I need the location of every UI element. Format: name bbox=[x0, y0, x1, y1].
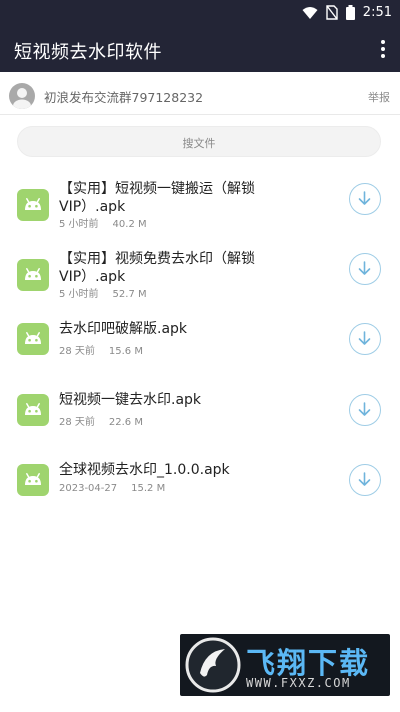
download-button[interactable] bbox=[349, 464, 381, 496]
search-input[interactable]: 搜文件 bbox=[17, 126, 381, 157]
android-icon bbox=[17, 464, 49, 496]
wifi-icon bbox=[302, 6, 318, 19]
file-name: 全球视频去水印_1.0.0.apk bbox=[59, 462, 230, 478]
avatar[interactable] bbox=[9, 83, 35, 109]
user-avatar-icon bbox=[13, 88, 31, 109]
file-meta: 5 小时前 40.2 M bbox=[59, 219, 147, 230]
file-name: 去水印吧破解版.apk bbox=[59, 321, 188, 337]
file-meta: 28 天前 22.6 M bbox=[59, 417, 143, 428]
download-icon bbox=[358, 331, 371, 345]
list-item[interactable]: 去水印吧破解版.apk 28 天前 15.6 M bbox=[0, 320, 400, 380]
watermark-emblem-icon bbox=[185, 637, 241, 693]
watermark-url: WWW.FXXZ.COM bbox=[246, 676, 351, 690]
file-meta: 2023-04-27 15.2 M bbox=[59, 483, 166, 494]
android-icon bbox=[17, 189, 49, 221]
android-icon bbox=[17, 259, 49, 291]
status-bar: 2:51 bbox=[0, 0, 400, 28]
file-name: 【实用】视频免费去水印（解锁 VIP）.apk bbox=[59, 251, 255, 285]
file-meta: 28 天前 15.6 M bbox=[59, 346, 143, 357]
android-icon bbox=[17, 323, 49, 355]
download-icon bbox=[358, 191, 371, 205]
search-placeholder: 搜文件 bbox=[182, 137, 216, 150]
battery-icon bbox=[345, 5, 355, 20]
download-button[interactable] bbox=[349, 183, 381, 215]
no-sim-icon bbox=[326, 5, 338, 20]
download-icon bbox=[358, 472, 371, 486]
group-name: 初浪发布交流群797128232 bbox=[44, 90, 204, 105]
more-options-icon[interactable] bbox=[380, 38, 386, 60]
download-button[interactable] bbox=[349, 394, 381, 426]
list-item[interactable]: 短视频一键去水印.apk 28 天前 22.6 M bbox=[0, 391, 400, 451]
list-item[interactable]: 【实用】视频免费去水印（解锁 VIP）.apk 5 小时前 52.7 M bbox=[0, 250, 400, 310]
file-name: 短视频一键去水印.apk bbox=[59, 392, 202, 408]
download-icon bbox=[358, 402, 371, 416]
android-icon bbox=[17, 394, 49, 426]
page-title: 短视频去水印软件 bbox=[14, 42, 162, 63]
status-time: 2:51 bbox=[362, 5, 392, 20]
watermark-logo: 飞翔下载 WWW.FXXZ.COM bbox=[180, 634, 390, 696]
download-button[interactable] bbox=[349, 253, 381, 285]
file-meta: 5 小时前 52.7 M bbox=[59, 289, 147, 300]
list-item[interactable]: 【实用】短视频一键搬运（解锁 VIP）.apk 5 小时前 40.2 M bbox=[0, 180, 400, 240]
download-icon bbox=[358, 261, 371, 275]
report-link[interactable]: 举报 bbox=[368, 89, 390, 105]
file-name: 【实用】短视频一键搬运（解锁 VIP）.apk bbox=[59, 181, 255, 215]
download-button[interactable] bbox=[349, 323, 381, 355]
list-item[interactable]: 全球视频去水印_1.0.0.apk 2023-04-27 15.2 M bbox=[0, 461, 400, 521]
group-header: 初浪发布交流群797128232 举报 bbox=[0, 76, 400, 115]
app-bar: 短视频去水印软件 bbox=[0, 28, 400, 72]
